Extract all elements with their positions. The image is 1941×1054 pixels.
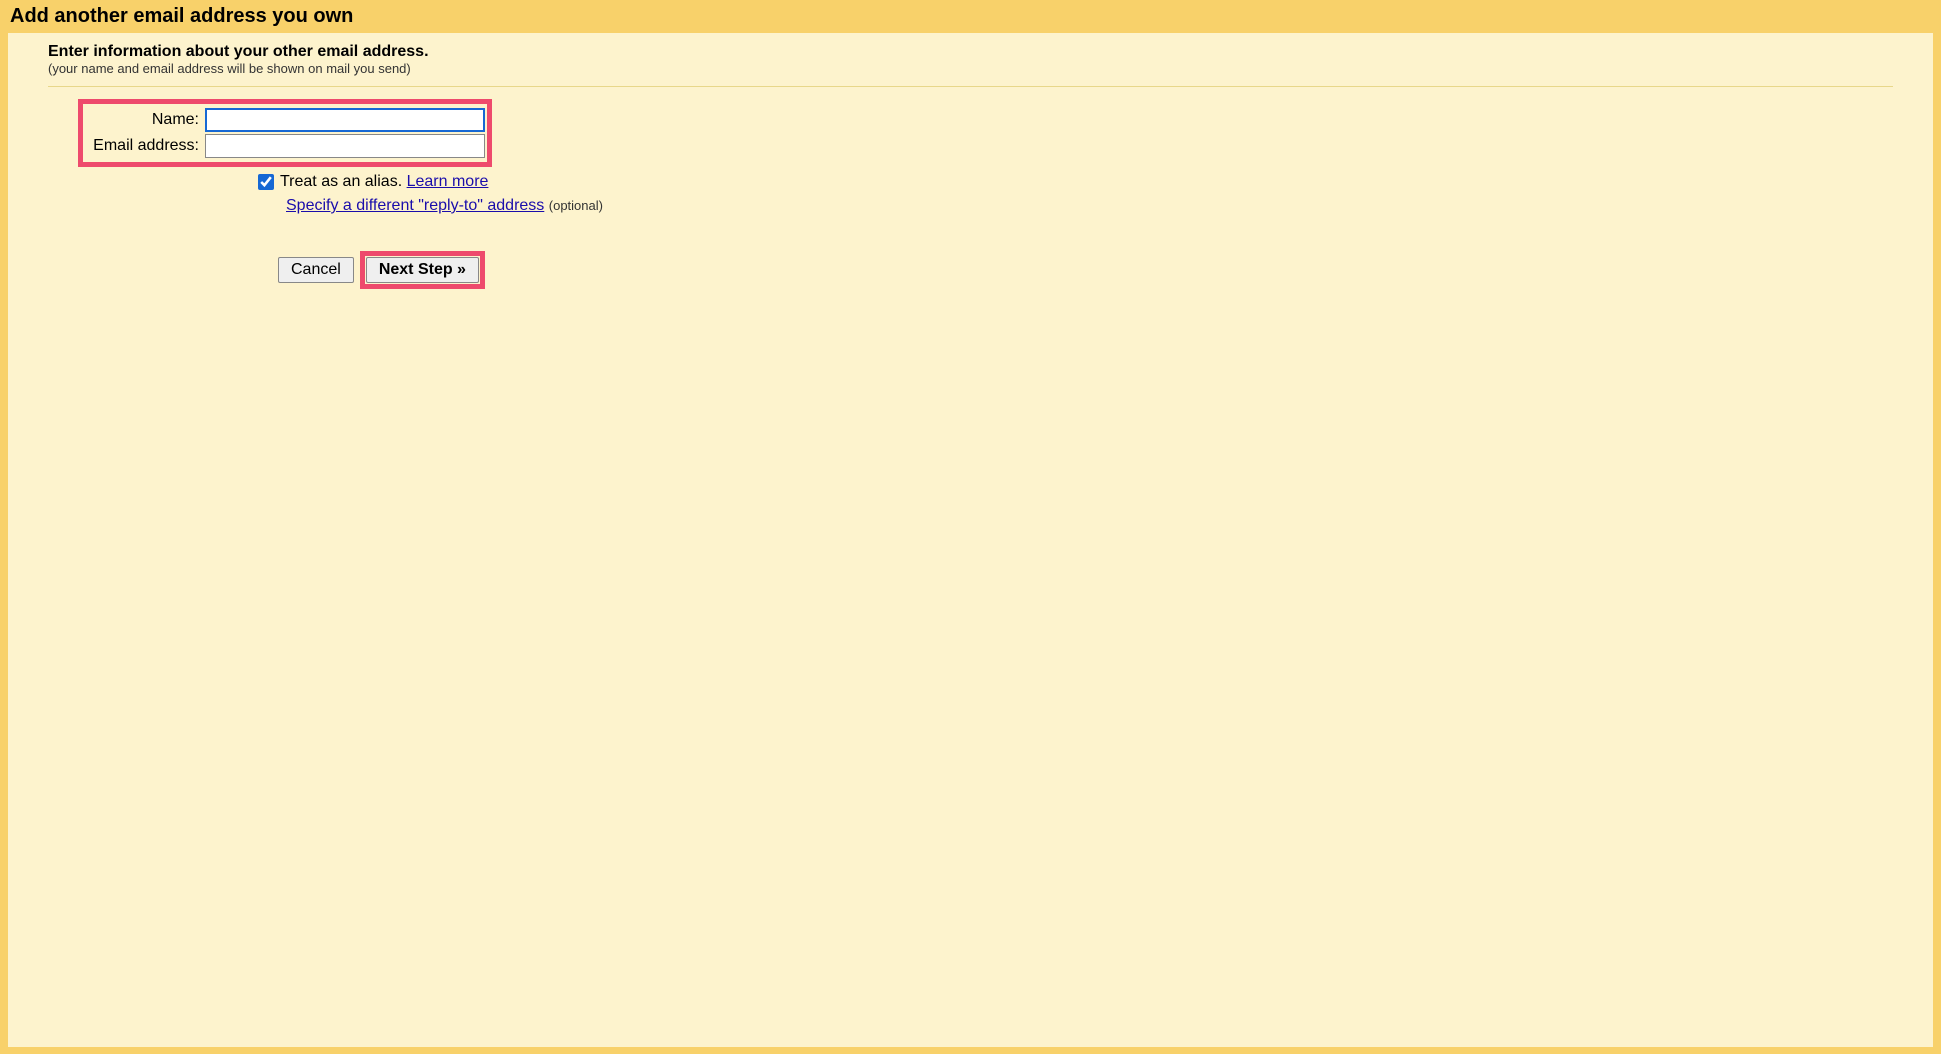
email-input[interactable] [205,134,485,158]
instruction-block: Enter information about your other email… [8,43,1933,86]
optional-text: (optional) [549,198,603,213]
instruction-main: Enter information about your other email… [48,43,1933,61]
cancel-button[interactable]: Cancel [278,257,354,283]
reply-to-link[interactable]: Specify a different "reply-to" address [286,197,544,214]
alias-text: Treat as an alias. [280,173,402,190]
instruction-sub: (your name and email address will be sho… [48,61,1933,76]
alias-checkbox[interactable] [258,174,274,190]
name-row: Name: [85,108,485,132]
page-title: Add another email address you own [0,0,1941,33]
name-input[interactable] [205,108,485,132]
alias-row: Treat as an alias. Learn more [258,173,1933,191]
content-panel: Enter information about your other email… [8,33,1933,1047]
email-row: Email address: [85,134,485,158]
form-area: Name: Email address: Treat as an alias. … [8,99,1933,289]
divider [48,86,1893,87]
next-highlight-box: Next Step » [360,251,485,289]
options-area: Treat as an alias. Learn more Specify a … [78,173,1933,215]
email-label: Email address: [85,137,205,155]
name-label: Name: [85,111,205,129]
form-highlight-box: Name: Email address: [78,99,492,167]
button-row: Cancel Next Step » [78,251,1933,289]
next-step-button[interactable]: Next Step » [366,257,479,283]
reply-to-row: Specify a different "reply-to" address (… [258,197,1933,215]
learn-more-link[interactable]: Learn more [407,173,489,190]
